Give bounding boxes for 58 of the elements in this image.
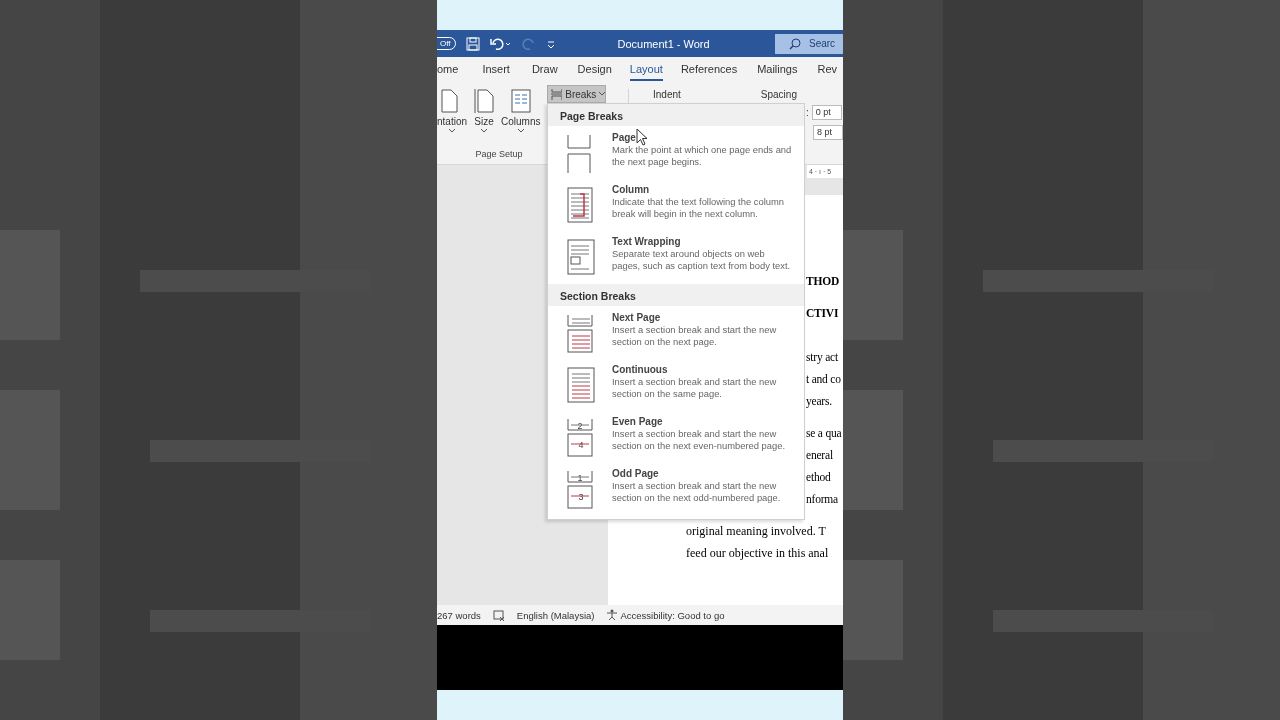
menu-item[interactable]: Text Wrapping Separate text around objects on web pages, such as caption text from body text. [548,232,804,284]
page-size-icon [473,88,496,114]
columns-icon [509,88,532,114]
ribbon-tab[interactable]: Insert [482,59,510,81]
document-text: THOD [806,274,841,289]
language-status[interactable]: English (Malaysia) [516,609,595,621]
colon-label: : [806,107,809,118]
breaks-button[interactable]: Breaks [547,85,606,103]
orientation-button[interactable]: ntation [437,88,468,133]
caret-icon [449,129,455,133]
caret-icon [517,129,524,133]
section-title: Section Breaks [548,284,804,306]
ribbon-tab[interactable]: Rev [817,59,838,81]
undo-icon[interactable] [489,36,512,51]
spacing-after-field[interactable]: 8 pt [813,125,843,140]
window-title: Document1 - Word [617,37,710,50]
document-text: CTIVI [806,306,840,321]
search-field[interactable]: Searc [775,33,843,54]
caret-icon [599,92,605,96]
ribbon-tab[interactable]: Design [577,59,612,81]
ribbon-tab[interactable]: Draw [531,59,558,81]
text-wrapping-break-icon [564,238,598,278]
breaks-icon [551,88,563,100]
proofing-icon[interactable] [492,609,505,621]
accessibility-status[interactable]: Accessibility: Good to go [620,609,725,621]
ribbon-tab[interactable]: Layout [629,59,663,81]
document-text: nforma [806,492,839,507]
menu-item[interactable]: Next Page Insert a section break and start the new section on the next page. [548,308,804,360]
columns-button[interactable]: Columns [501,88,541,133]
document-text: ethod [806,470,832,485]
accessibility-icon [606,609,619,621]
spacing-before-field[interactable]: 0 pt [811,105,842,120]
menu-item[interactable]: Page Mark the point at which one page ends and the next page begins. [548,128,804,180]
section-title: Page Breaks [548,104,804,126]
document-text: t and co [806,372,842,387]
menu-item[interactable]: Continuous Insert a section break and start the new section on the same page. [548,360,804,412]
ribbon-tab[interactable]: Mailings [757,59,798,81]
document-text: stry act [806,350,839,366]
search-icon [789,37,801,50]
ribbon-tab[interactable]: References [680,59,738,81]
document-text: se a qua [806,426,843,442]
document-text: eneral [806,448,834,463]
spacing-label: Spacing [760,89,797,101]
menu-item[interactable]: 2 4 Even Page Insert a section break and start the new section on the next even-numbered page. [548,412,804,464]
size-button[interactable]: Size [473,88,496,133]
caret-icon [481,129,488,133]
save-icon[interactable] [465,36,480,51]
menu-item[interactable]: 1 3 Odd Page Insert a section break and start the new section on the next odd-numbered page. [548,464,804,516]
ribbon-tab[interactable]: ome [437,59,459,81]
continuous-break-icon [564,366,598,406]
group-label: Page Setup [475,149,523,159]
menu-item[interactable]: Column Indicate that the text following the column break will begin in the next column. [548,180,804,232]
document-text: feed our objective in this anal [686,545,830,562]
word-count[interactable]: 267 words [437,609,481,621]
document-text: years. [806,394,833,410]
document-text: original meaning involved. T [686,523,827,540]
mouse-cursor-icon [636,128,648,146]
indent-label: Indent [653,89,681,101]
